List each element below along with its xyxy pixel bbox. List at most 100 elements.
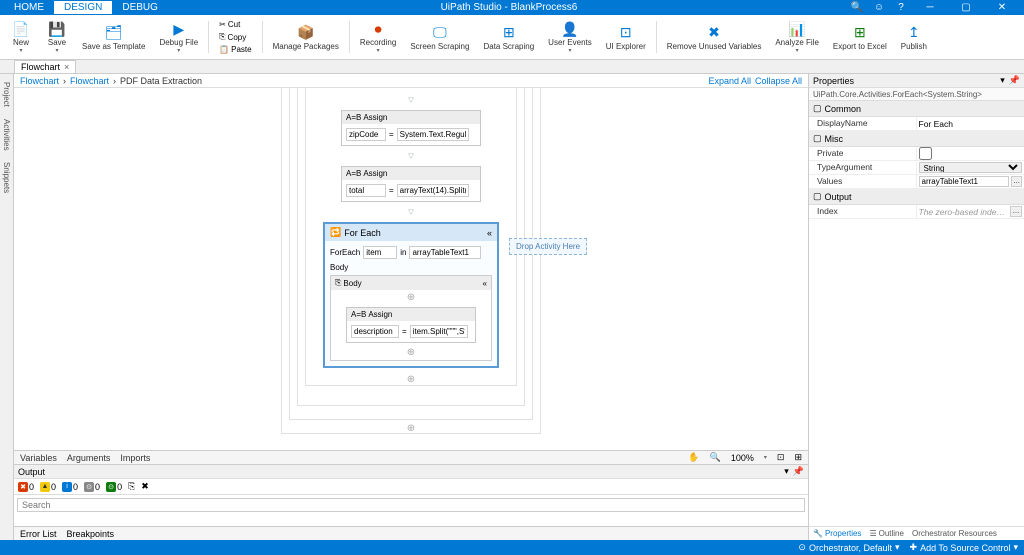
tab-breakpoints[interactable]: Breakpoints: [67, 529, 115, 539]
new-button[interactable]: 📄New▾: [4, 17, 38, 57]
group-output[interactable]: ▢ Output: [809, 189, 1024, 205]
export-log-icon[interactable]: ⎘: [128, 481, 135, 492]
data-scraping-button[interactable]: ⊞Data Scraping: [477, 17, 540, 57]
user-icon: 👤: [561, 20, 579, 38]
remove-unused-button[interactable]: ✖Remove Unused Variables: [661, 17, 768, 57]
close-button[interactable]: ✕: [988, 0, 1016, 15]
data-icon: ⊞: [500, 24, 518, 42]
fit-icon[interactable]: ⊡: [777, 452, 785, 463]
analyze-file-button[interactable]: 📊Analyze File▾: [769, 17, 825, 57]
menu-design[interactable]: DESIGN: [54, 1, 112, 14]
feedback-icon[interactable]: ☺: [872, 1, 886, 15]
panel-tab-properties[interactable]: 🔧Properties: [813, 529, 861, 538]
sidebar-tab-project[interactable]: Project: [1, 78, 12, 111]
sidebar-tab-activities[interactable]: Activities: [1, 115, 12, 155]
save-as-template-button[interactable]: 🗂Save as Template: [76, 17, 151, 57]
assign-icon: A=B: [351, 310, 366, 319]
in-label: in: [400, 248, 406, 257]
menu-home[interactable]: HOME: [4, 1, 54, 14]
filter-error[interactable]: ✖0: [18, 482, 34, 492]
paste-button[interactable]: 📋Paste: [216, 44, 254, 55]
assign-activity-3[interactable]: A=B Assign =: [346, 307, 476, 343]
expand-all[interactable]: Expand All: [708, 76, 751, 86]
filter-debug[interactable]: ⊙0: [106, 482, 122, 492]
recording-button[interactable]: ⏺Recording▾: [354, 17, 402, 57]
drop-node-bottom[interactable]: ⊕: [331, 345, 491, 360]
maximize-button[interactable]: ▢: [952, 0, 980, 15]
filter-info[interactable]: i0: [62, 482, 78, 492]
clear-log-icon[interactable]: ✖: [141, 481, 149, 492]
prop-values-ellipsis[interactable]: …: [1011, 176, 1022, 187]
debug-file-button[interactable]: ▶Debug File▾: [153, 17, 204, 57]
status-source-control[interactable]: ✚ Add To Source Control ▾: [910, 542, 1018, 553]
prop-private-checkbox[interactable]: [919, 147, 932, 160]
designer-canvas[interactable]: A=B Assign = A=B Assign =: [14, 88, 808, 450]
sidebar-tab-snippets[interactable]: Snippets: [1, 158, 12, 197]
pan-icon[interactable]: ✋: [688, 452, 699, 463]
tab-variables[interactable]: Variables: [20, 453, 57, 463]
zoom-icon[interactable]: 🔍: [710, 452, 721, 463]
prop-typearg-select[interactable]: String: [919, 162, 1023, 173]
body-sequence[interactable]: ⎘ Body« ⊕ A=B Assign = ⊕: [330, 275, 492, 361]
output-dropdown-icon[interactable]: ▾: [784, 466, 789, 477]
assign3-left[interactable]: [351, 325, 399, 338]
group-common[interactable]: ▢ Common: [809, 101, 1024, 117]
breadcrumb-1[interactable]: Flowchart: [20, 76, 59, 86]
tab-arguments[interactable]: Arguments: [67, 453, 111, 463]
collapse-all[interactable]: Collapse All: [755, 76, 802, 86]
collapse-icon[interactable]: «: [487, 228, 492, 238]
breadcrumb-2[interactable]: Flowchart: [70, 76, 109, 86]
drop-hint[interactable]: Drop Activity Here: [509, 238, 587, 255]
foreach-activity[interactable]: 🔁 For Each « ForEach in Body ⎘: [323, 222, 499, 368]
trace-icon: ⊙: [84, 482, 94, 492]
export-excel-button[interactable]: ⊞Export to Excel: [827, 17, 893, 57]
status-orchestrator[interactable]: ⊙ Orchestrator, Default ▾: [798, 542, 899, 553]
manage-packages-button[interactable]: 📦Manage Packages: [267, 17, 345, 57]
panel-tab-outline[interactable]: ☰Outline: [869, 529, 904, 538]
error-icon: ✖: [18, 482, 28, 492]
foreach-list[interactable]: [409, 246, 481, 259]
filter-trace[interactable]: ⊙0: [84, 482, 100, 492]
panel-tab-resources[interactable]: Orchestrator Resources: [912, 529, 997, 538]
document-tab[interactable]: Flowchart ×: [14, 60, 76, 73]
search-icon[interactable]: 🔍: [850, 1, 864, 15]
minimize-button[interactable]: ─: [916, 0, 944, 15]
publish-button[interactable]: ↥Publish: [895, 17, 933, 57]
assign2-left[interactable]: [346, 184, 386, 197]
packages-icon: 📦: [297, 24, 315, 42]
zoom-value[interactable]: 100%: [731, 453, 754, 463]
save-button[interactable]: 💾Save▾: [40, 17, 74, 57]
assign3-right[interactable]: [410, 325, 468, 338]
tab-error-list[interactable]: Error List: [20, 529, 57, 539]
user-events-button[interactable]: 👤User Events▾: [542, 17, 598, 57]
prop-values-input[interactable]: [919, 176, 1010, 187]
screen-scraping-button[interactable]: 🖵Screen Scraping: [404, 17, 475, 57]
prop-index-ellipsis[interactable]: …: [1010, 206, 1022, 217]
tab-close-button[interactable]: ×: [64, 62, 69, 72]
help-icon[interactable]: ?: [894, 1, 908, 15]
overview-icon[interactable]: ⊞: [794, 452, 802, 463]
ui-explorer-button[interactable]: ⊡UI Explorer: [600, 17, 652, 57]
menu-debug[interactable]: DEBUG: [112, 1, 168, 14]
props-pin-icon[interactable]: 📌: [1009, 75, 1020, 86]
copy-button[interactable]: ⎘Copy: [216, 31, 254, 43]
assign1-left[interactable]: [346, 128, 386, 141]
drop-node-top[interactable]: ⊕: [331, 290, 491, 305]
foreach-var[interactable]: [363, 246, 397, 259]
group-misc[interactable]: ▢ Misc: [809, 131, 1024, 147]
prop-index-value[interactable]: The zero-based index is: [919, 207, 1009, 217]
output-pin-icon[interactable]: 📌: [793, 466, 804, 477]
assign1-right[interactable]: [397, 128, 469, 141]
tab-imports[interactable]: Imports: [120, 453, 150, 463]
output-search[interactable]: [17, 498, 805, 512]
prop-displayname-value[interactable]: For Each: [919, 119, 954, 129]
assign-activity-1[interactable]: A=B Assign =: [341, 110, 481, 146]
drop-node-outer[interactable]: ⊕: [405, 421, 417, 436]
filter-warn[interactable]: ▲0: [40, 482, 56, 492]
props-dropdown-icon[interactable]: ▾: [1000, 75, 1005, 86]
cut-button[interactable]: ✂Cut: [216, 19, 254, 30]
drop-node-below[interactable]: ⊕: [241, 372, 581, 387]
assign-activity-2[interactable]: A=B Assign =: [341, 166, 481, 202]
prop-values: Values: [809, 175, 917, 188]
assign2-right[interactable]: [397, 184, 469, 197]
